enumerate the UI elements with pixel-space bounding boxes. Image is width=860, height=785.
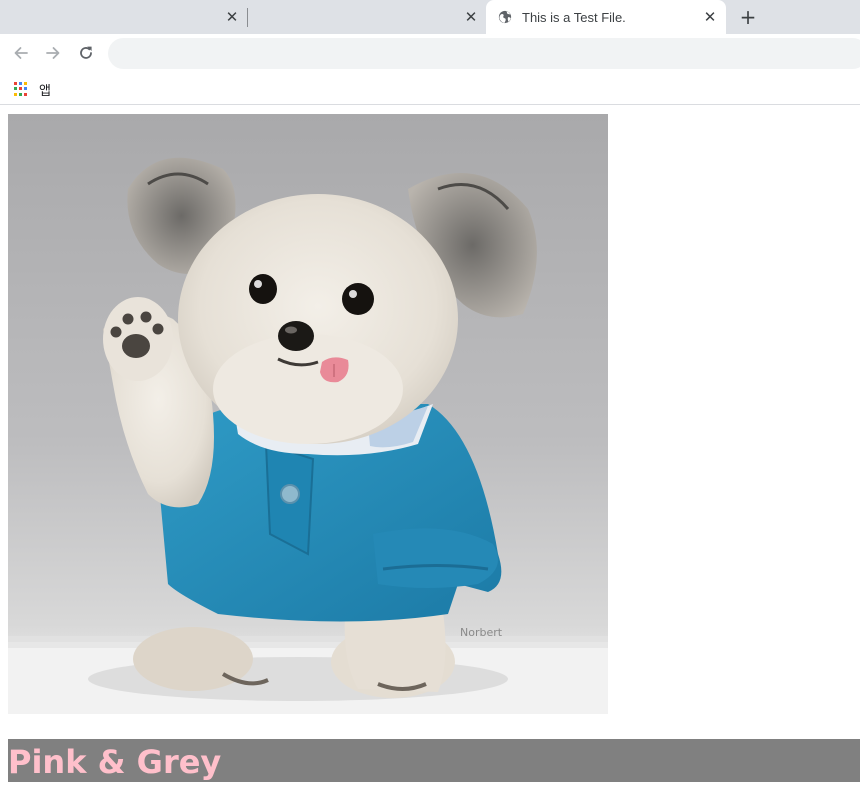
page-content: Norbert Pink & Grey: [0, 106, 860, 785]
pink-grey-banner: Pink & Grey: [8, 739, 860, 782]
globe-icon: [498, 10, 512, 24]
apps-shortcut[interactable]: 앱: [12, 78, 51, 100]
back-button[interactable]: [8, 41, 34, 65]
dog-photo: Norbert: [8, 114, 608, 714]
toolbar: [0, 34, 860, 72]
new-tab-button[interactable]: +: [737, 6, 759, 28]
apps-grid-dot: [24, 82, 27, 85]
arrow-right-icon: [46, 47, 60, 59]
apps-grid-dot: [19, 82, 22, 85]
apps-grid-dot: [14, 92, 17, 96]
arrow-left-icon: [14, 47, 28, 59]
tab-active[interactable]: This is a Test File. ✕: [486, 0, 726, 34]
tab-strip: ✕ ✕ This is a Test File. ✕ +: [0, 0, 860, 34]
bookmarks-bar: 앱: [0, 72, 860, 105]
svg-text:Norbert: Norbert: [460, 626, 503, 639]
tab-active-close-icon[interactable]: ✕: [701, 8, 719, 26]
address-bar[interactable]: [108, 38, 860, 69]
apps-label: 앱: [39, 83, 51, 99]
forward-button[interactable]: [40, 41, 66, 65]
reload-icon: [80, 46, 92, 59]
tab-2[interactable]: ✕: [249, 0, 485, 34]
apps-grid-dot: [19, 92, 22, 96]
apps-grid-dot: [14, 82, 17, 85]
apps-grid-dot: [24, 92, 27, 96]
tab-title: This is a Test File.: [522, 10, 626, 25]
banner-heading: Pink & Grey: [8, 743, 222, 781]
tab-separator: [247, 8, 248, 27]
reload-button[interactable]: [73, 41, 99, 65]
apps-grid-dot: [19, 87, 22, 91]
apps-grid-dot: [14, 87, 17, 91]
tab-1[interactable]: ✕: [0, 0, 247, 34]
apps-grid-icon: [14, 82, 28, 96]
tab-2-close-icon[interactable]: ✕: [462, 8, 480, 26]
apps-grid-dot: [24, 87, 27, 91]
tab-1-close-icon[interactable]: ✕: [223, 8, 241, 26]
